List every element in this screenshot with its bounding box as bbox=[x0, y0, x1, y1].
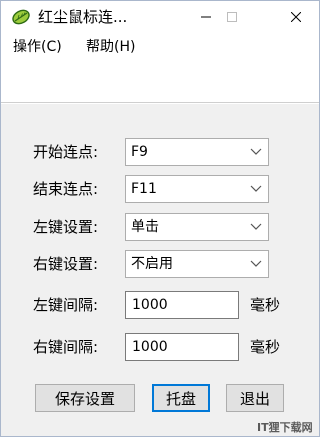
chevron-down-icon bbox=[250, 148, 262, 155]
stop-hotkey-label: 结束连点: bbox=[33, 180, 99, 198]
left-click-mode-label: 左键设置: bbox=[33, 218, 99, 236]
close-icon bbox=[291, 12, 301, 22]
tray-button[interactable]: 托盘 bbox=[152, 384, 210, 412]
window-title: 红尘鼠标连... bbox=[38, 8, 128, 26]
left-interval-field[interactable] bbox=[125, 291, 239, 319]
menu-operation[interactable]: 操作(C) bbox=[13, 38, 62, 56]
left-click-mode-value: 单击 bbox=[131, 219, 159, 235]
watermark: IT狸下载网 bbox=[257, 421, 313, 434]
maximize-button[interactable] bbox=[209, 1, 255, 33]
save-settings-button[interactable]: 保存设置 bbox=[35, 384, 135, 412]
right-interval-field[interactable] bbox=[125, 333, 239, 361]
app-window: 红尘鼠标连... 操作(C) 帮助(H) 开始连点: F9 结束连点: F11 … bbox=[0, 0, 320, 437]
start-hotkey-label: 开始连点: bbox=[33, 143, 99, 161]
left-click-mode-select[interactable]: 单击 bbox=[125, 213, 269, 241]
chevron-down-icon bbox=[250, 223, 262, 230]
close-button[interactable] bbox=[273, 1, 319, 33]
stop-hotkey-select[interactable]: F11 bbox=[125, 175, 269, 203]
right-interval-label: 右键间隔: bbox=[33, 338, 99, 356]
left-interval-unit: 毫秒 bbox=[250, 296, 281, 314]
exit-button[interactable]: 退出 bbox=[226, 384, 284, 412]
title-bar[interactable]: 红尘鼠标连... bbox=[1, 1, 319, 33]
start-hotkey-select[interactable]: F9 bbox=[125, 138, 269, 166]
right-click-mode-select[interactable]: 不启用 bbox=[125, 250, 269, 278]
blank-panel bbox=[1, 61, 319, 103]
right-interval-unit: 毫秒 bbox=[250, 338, 281, 356]
menu-bar: 操作(C) 帮助(H) bbox=[1, 34, 319, 60]
start-hotkey-value: F9 bbox=[131, 144, 148, 160]
left-interval-input[interactable] bbox=[126, 292, 238, 318]
right-interval-input[interactable] bbox=[126, 334, 238, 360]
stop-hotkey-value: F11 bbox=[131, 181, 157, 197]
maximize-icon bbox=[227, 12, 237, 22]
right-click-mode-label: 右键设置: bbox=[33, 255, 99, 273]
chevron-down-icon bbox=[250, 185, 262, 192]
menu-help[interactable]: 帮助(H) bbox=[86, 38, 135, 56]
right-click-mode-value: 不启用 bbox=[131, 256, 173, 272]
left-interval-label: 左键间隔: bbox=[33, 296, 99, 314]
green-leaf-icon bbox=[12, 9, 30, 25]
chevron-down-icon bbox=[250, 260, 262, 267]
